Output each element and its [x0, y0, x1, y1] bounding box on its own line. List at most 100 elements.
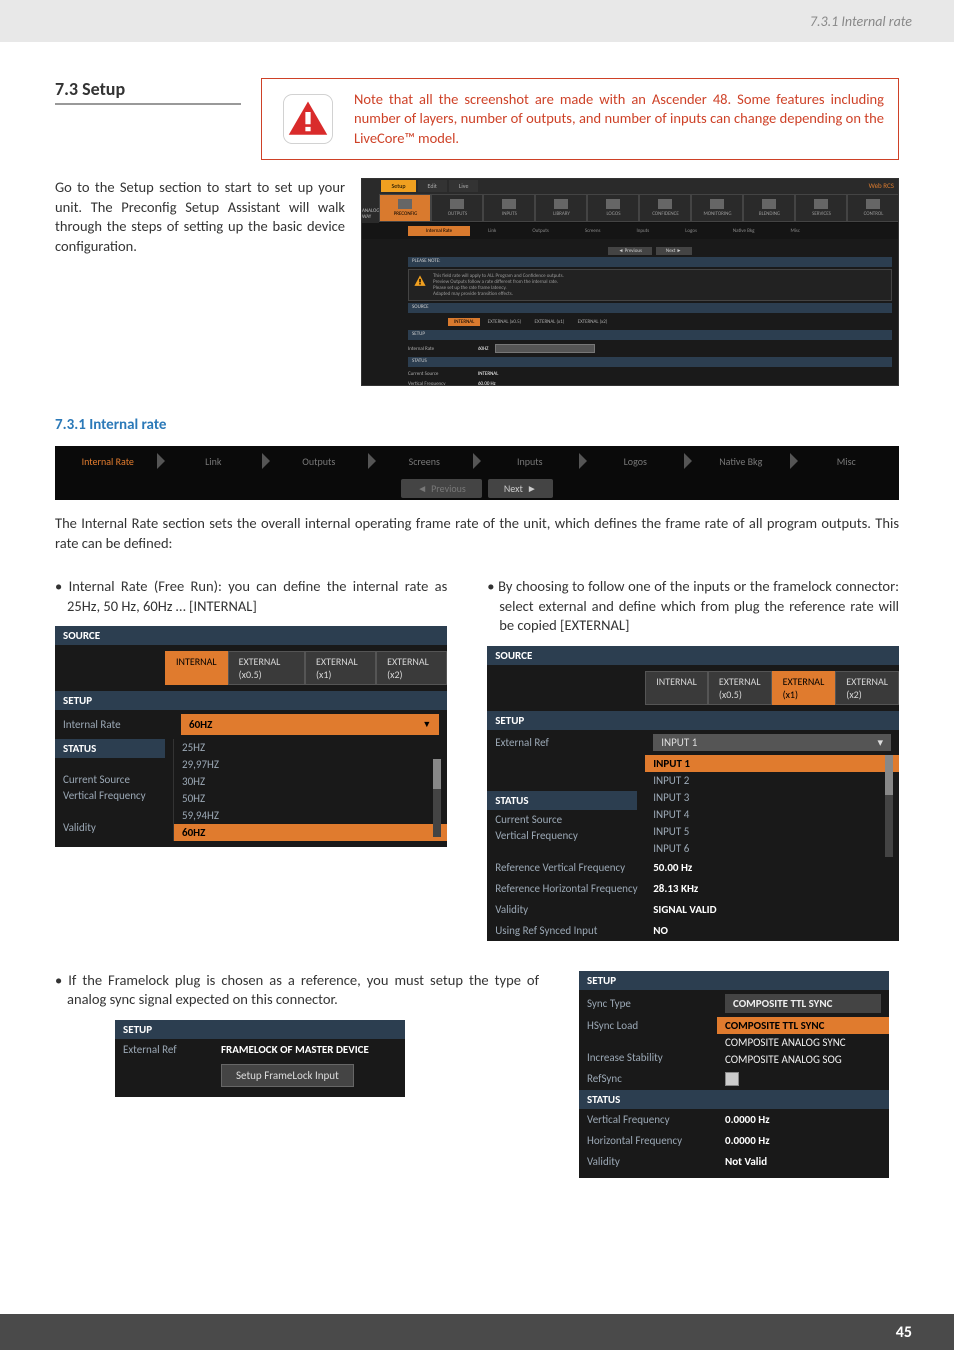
- logos-icon: [606, 199, 620, 209]
- nav-monitoring[interactable]: MONITORING: [691, 194, 743, 222]
- tab2-external-05[interactable]: EXTERNAL (x0.5): [708, 671, 772, 705]
- bc-outputs[interactable]: Outputs: [514, 226, 567, 236]
- setup-framelock-button[interactable]: Setup FrameLock Input: [221, 1064, 354, 1087]
- warning-note-box: Note that all the screenshot are made wi…: [261, 78, 899, 160]
- bullet-framelock: If the Framelock plug is chosen as a ref…: [55, 971, 539, 1010]
- nav-control[interactable]: CONTROL: [847, 194, 899, 222]
- label-hsync-load: HSync Load: [587, 1019, 638, 1032]
- scrollbar-thumb[interactable]: [885, 755, 893, 795]
- tab2-internal[interactable]: INTERNAL: [645, 671, 708, 705]
- label-increase-stability: Increase Stability: [587, 1051, 663, 1064]
- rate-option-25[interactable]: 25HZ: [173, 739, 447, 756]
- rate-option-50[interactable]: 50HZ: [173, 790, 447, 807]
- library-icon: [554, 199, 568, 209]
- nav-preconfig[interactable]: PRECONFIG: [379, 194, 431, 222]
- tab-live[interactable]: Live: [449, 180, 479, 192]
- bullet-external: By choosing to follow one of the inputs …: [487, 577, 899, 636]
- dropdown-external-ref[interactable]: INPUT 1 ▾: [653, 734, 891, 751]
- ss-rate-dropdown[interactable]: [495, 344, 595, 353]
- dropdown-internal-rate[interactable]: 60HZ ▼: [181, 714, 439, 735]
- tab2-external-1[interactable]: EXTERNAL (x1): [772, 671, 836, 705]
- sync-option-ttl[interactable]: COMPOSITE TTL SYNC: [717, 1017, 889, 1034]
- prev-button[interactable]: ◄ Previous: [401, 479, 482, 498]
- nav-inputs[interactable]: INPUTS: [483, 194, 535, 222]
- next-button[interactable]: Next ►: [488, 479, 553, 498]
- label-vf: Vertical Frequency: [63, 789, 146, 802]
- tab-edit[interactable]: Edit: [418, 180, 447, 192]
- rate-option-30[interactable]: 30HZ: [173, 773, 447, 790]
- ss-next-button[interactable]: Next ►: [656, 247, 692, 255]
- tab-internal[interactable]: INTERNAL: [165, 651, 228, 685]
- rate-option-60[interactable]: 60HZ: [173, 824, 447, 841]
- ss-prev-button[interactable]: ◄ Previous: [608, 247, 651, 255]
- bc-inputs[interactable]: Inputs: [618, 226, 667, 236]
- ss-tab-ext-1[interactable]: EXTERNAL (x1): [529, 318, 571, 326]
- bc2-internal-rate[interactable]: Internal Rate: [55, 446, 161, 476]
- bc-nativebkg[interactable]: Native Bkg: [715, 226, 773, 236]
- bc2-misc[interactable]: Misc: [794, 446, 900, 476]
- ss-tab-ext-05[interactable]: EXTERNAL (x0.5): [482, 318, 528, 326]
- bc2-nativebkg[interactable]: Native Bkg: [688, 446, 794, 476]
- bullet-internal: Internal Rate (Free Run): you can define…: [55, 577, 447, 616]
- footer-band: 45: [0, 1314, 954, 1350]
- nav-blending[interactable]: BLENDING: [743, 194, 795, 222]
- bc-misc[interactable]: Misc: [772, 226, 818, 236]
- ext-option-input4[interactable]: INPUT 4: [645, 806, 899, 823]
- header-band: 7.3.1 Internal rate: [0, 0, 954, 42]
- chevron-down-icon: ▾: [877, 736, 883, 749]
- scrollbar-thumb[interactable]: [433, 759, 441, 789]
- rate-option-5994[interactable]: 59,94HZ: [173, 807, 447, 824]
- tab-external-2[interactable]: EXTERNAL (x2): [376, 651, 447, 685]
- bc2-outputs[interactable]: Outputs: [266, 446, 372, 476]
- label-val: Validity: [63, 821, 96, 834]
- nav-logos[interactable]: LOGOS: [587, 194, 639, 222]
- monitoring-icon: [710, 199, 724, 209]
- dropdown-sync-type[interactable]: COMPOSITE TTL SYNC: [725, 994, 881, 1013]
- sync-option-analog-sync[interactable]: COMPOSITE ANALOG SYNC: [717, 1034, 889, 1051]
- blending-icon: [762, 199, 776, 209]
- panel-sync-type: SETUP Sync Type COMPOSITE TTL SYNC COMPO…: [579, 971, 889, 1178]
- panel-framelock-ref: SETUP External Ref FRAMELOCK OF MASTER D…: [115, 1020, 405, 1097]
- panel-internal-rate: SOURCE INTERNAL EXTERNAL (x0.5) EXTERNAL…: [55, 626, 447, 847]
- app-screenshot-large: Web RCS ANALOG WAY Setup Edit Live PRECO…: [361, 178, 899, 386]
- breadcrumb-bar: Internal Rate Link Outputs Screens Input…: [55, 446, 899, 500]
- bc2-screens[interactable]: Screens: [372, 446, 478, 476]
- rate-option-2997[interactable]: 29,97HZ: [173, 756, 447, 773]
- nav-services[interactable]: SERVICES: [795, 194, 847, 222]
- nav-library[interactable]: LIBRARY: [535, 194, 587, 222]
- ext-option-input6[interactable]: INPUT 6: [645, 840, 899, 857]
- label-cs: Current Source: [63, 773, 130, 786]
- bc-internal-rate[interactable]: Internal Rate: [408, 226, 470, 236]
- label-sync-type: Sync Type: [587, 997, 717, 1010]
- bc-logos[interactable]: Logos: [667, 226, 715, 236]
- ss-setup-header: SETUP: [408, 330, 892, 340]
- ss-tab-internal[interactable]: INTERNAL: [448, 318, 480, 326]
- tab-setup[interactable]: Setup: [381, 180, 415, 192]
- sync-option-analog-sog[interactable]: COMPOSITE ANALOG SOG: [717, 1051, 889, 1068]
- nav-confidence[interactable]: CONFIDENCE: [639, 194, 691, 222]
- ss-tab-ext-2[interactable]: EXTERNAL (x2): [572, 318, 614, 326]
- bc-screens[interactable]: Screens: [567, 226, 619, 236]
- ss-source-header: SOURCE: [408, 303, 892, 313]
- tab-external-05[interactable]: EXTERNAL (x0.5): [228, 651, 305, 685]
- bc2-inputs[interactable]: Inputs: [477, 446, 583, 476]
- panel2-setup-header: SETUP: [487, 711, 899, 730]
- chevron-down-icon: ▼: [422, 719, 431, 730]
- services-icon: [814, 199, 828, 209]
- ext-option-input5[interactable]: INPUT 5: [645, 823, 899, 840]
- tab-external-1[interactable]: EXTERNAL (x1): [305, 651, 376, 685]
- ext-option-input1[interactable]: INPUT 1: [645, 755, 899, 772]
- bc-link[interactable]: Link: [470, 226, 514, 236]
- checkbox-refsync[interactable]: [725, 1072, 739, 1086]
- panel-external-ref: SOURCE INTERNAL EXTERNAL (x0.5) EXTERNAL…: [487, 646, 899, 941]
- nav-outputs[interactable]: OUTPUTS: [431, 194, 483, 222]
- header-section-ref: 7.3.1 Internal rate: [810, 13, 912, 30]
- ext-option-input2[interactable]: INPUT 2: [645, 772, 899, 789]
- bc2-logos[interactable]: Logos: [583, 446, 689, 476]
- bc2-link[interactable]: Link: [161, 446, 267, 476]
- label-refsync: RefSync: [587, 1072, 717, 1085]
- ext-option-input3[interactable]: INPUT 3: [645, 789, 899, 806]
- panel4-status-header: STATUS: [579, 1090, 889, 1109]
- tab2-external-2[interactable]: EXTERNAL (x2): [835, 671, 899, 705]
- panel-setup-header: SETUP: [55, 691, 447, 710]
